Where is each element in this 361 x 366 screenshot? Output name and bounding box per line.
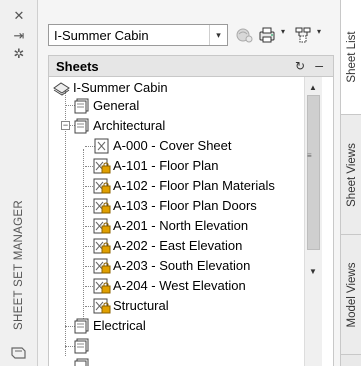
sheet-set-icon	[10, 344, 28, 360]
tab-sheet-list[interactable]: Sheet List	[341, 0, 361, 115]
locked-sheet-icon	[93, 298, 111, 314]
sheet-selections-icon[interactable]	[293, 25, 315, 45]
tree-root-label: I-Summer Cabin	[73, 80, 168, 95]
subset-icon	[74, 98, 89, 114]
palette-title: SHEET SET MANAGER	[8, 190, 30, 340]
publish-dropdown-icon[interactable]: ▾	[281, 27, 285, 36]
sheets-section-header: Sheets ↻ –	[48, 55, 334, 77]
tab-model-views[interactable]: Model Views	[341, 235, 361, 355]
scrollbar-grip-icon: ≡	[307, 151, 312, 160]
refresh-icon[interactable]: ↻	[295, 59, 305, 73]
properties-icon[interactable]: ✲	[10, 46, 28, 62]
tree-item-label: A-201 - North Elevation	[113, 218, 249, 233]
scrollbar-thumb[interactable]	[307, 95, 320, 250]
tree-item-label: General	[93, 98, 140, 113]
sheet-icon	[94, 138, 109, 154]
sheet-selections-dropdown-icon[interactable]: ▾	[317, 27, 321, 36]
subset-icon	[74, 358, 89, 366]
tree-scrollbar[interactable]: ▲ ≡ ▼	[304, 77, 322, 366]
tab-sheet-views[interactable]: Sheet Views	[341, 115, 361, 235]
publish-to-dwf-icon[interactable]	[234, 25, 254, 45]
scroll-down-icon[interactable]: ▼	[309, 267, 317, 276]
palette-title-strip: ✕ ⇥ ✲ SHEET SET MANAGER	[0, 0, 38, 366]
tree-item-label: Electrical	[93, 318, 146, 333]
auto-hide-icon[interactable]: ⇥	[10, 28, 28, 44]
locked-sheet-icon	[93, 278, 111, 294]
publish-icon[interactable]	[257, 25, 279, 45]
tree-item-label: A-202 - East Elevation	[113, 238, 243, 253]
tree-item-label: A-101 - Floor Plan	[113, 158, 219, 173]
tree-item-label: A-000 - Cover Sheet	[113, 138, 232, 153]
tab-label: Sheet Views	[345, 142, 358, 207]
locked-sheet-icon	[93, 158, 111, 174]
subset-icon	[74, 338, 89, 354]
tree-item-label: Architectural	[93, 118, 166, 133]
tree-item-label: Structural	[113, 298, 169, 313]
tree-item-label: A-204 - West Elevation	[113, 278, 246, 293]
subset-icon	[74, 118, 89, 134]
palette-tabs: Sheet List Sheet Views Model Views	[340, 0, 361, 366]
tree-item-label: A-203 - South Elevation	[113, 258, 251, 273]
locked-sheet-icon	[93, 238, 111, 254]
subset-icon	[74, 318, 89, 334]
locked-sheet-icon	[93, 258, 111, 274]
sheet-tree: I-Summer Cabin General − Architectural A…	[48, 77, 334, 366]
locked-sheet-icon	[93, 198, 111, 214]
scroll-up-icon[interactable]: ▲	[309, 83, 317, 92]
collapse-node-icon[interactable]: −	[61, 121, 70, 130]
tree-item-label: A-102 - Floor Plan Materials	[113, 178, 275, 193]
sheet-set-dropdown[interactable]: I-Summer Cabin ▾	[48, 24, 228, 46]
close-icon[interactable]: ✕	[10, 8, 28, 24]
locked-sheet-icon	[93, 178, 111, 194]
sheet-set-icon	[53, 82, 70, 96]
tab-label: Model Views	[345, 262, 358, 327]
chevron-down-icon[interactable]: ▾	[209, 25, 227, 45]
locked-sheet-icon	[93, 218, 111, 234]
collapse-icon[interactable]: –	[315, 57, 323, 73]
toolbar: I-Summer Cabin ▾ ▾ ▾	[38, 0, 340, 52]
sheet-set-palette: I-Summer Cabin ▾ ▾ ▾ Sheets ↻ – I-Summer…	[38, 0, 340, 366]
tab-label: Sheet List	[345, 31, 358, 83]
tree-item-label: A-103 - Floor Plan Doors	[113, 198, 257, 213]
palette-title-text: SHEET SET MANAGER	[13, 200, 25, 330]
sheet-set-dropdown-value: I-Summer Cabin	[54, 28, 149, 43]
sheets-section-title: Sheets	[56, 59, 99, 74]
